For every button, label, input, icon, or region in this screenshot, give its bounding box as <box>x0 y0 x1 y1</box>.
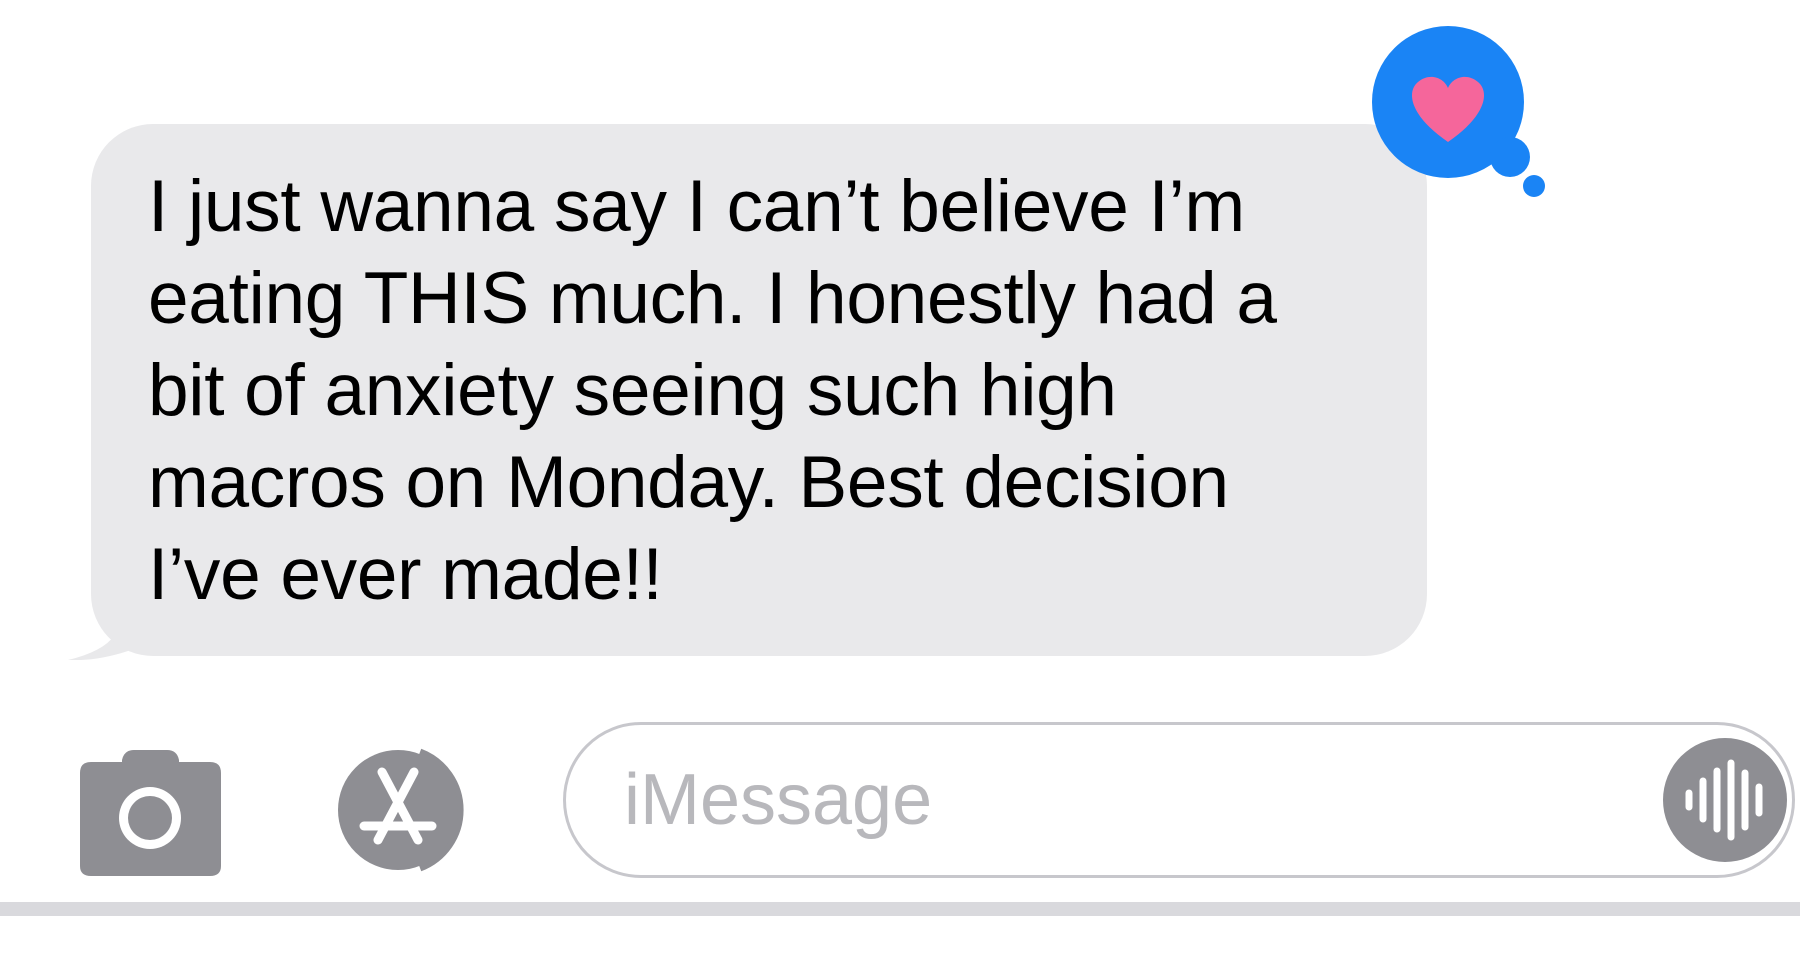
audio-waveform-icon[interactable] <box>1662 737 1788 863</box>
message-input[interactable] <box>624 747 1624 853</box>
message-text: I just wanna say I can’t believe I’m eat… <box>148 166 1277 615</box>
message-input-field[interactable] <box>563 722 1795 878</box>
bottom-divider <box>0 902 1800 916</box>
conversation-screen: I just wanna say I can’t believe I’m eat… <box>0 0 1800 980</box>
received-message-bubble[interactable]: I just wanna say I can’t believe I’m eat… <box>91 124 1427 656</box>
tapback-reaction[interactable] <box>1370 24 1550 204</box>
message-composer <box>0 720 1800 900</box>
app-store-icon[interactable] <box>320 740 485 880</box>
camera-icon[interactable] <box>78 748 223 878</box>
